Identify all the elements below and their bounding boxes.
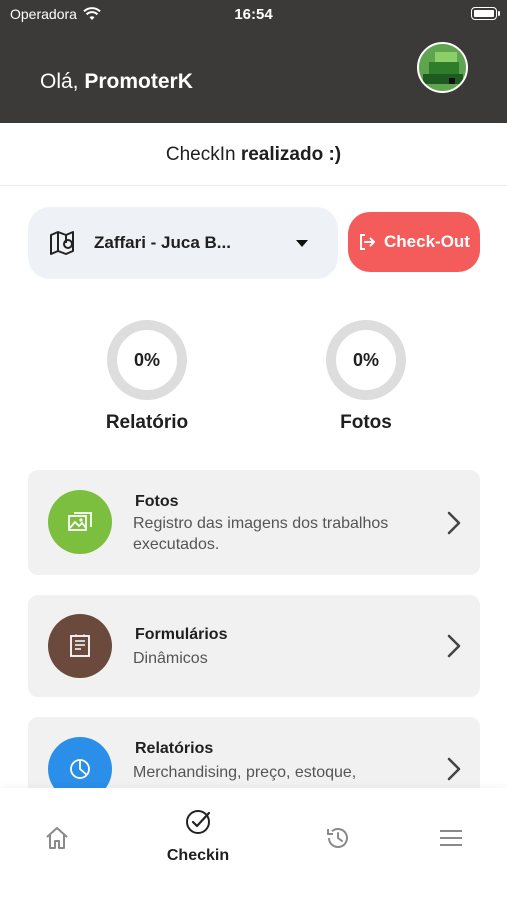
chevron-right-icon <box>447 757 461 781</box>
nav-checkin[interactable]: Checkin <box>148 808 248 865</box>
progress-fotos: 0% Fotos <box>286 320 446 434</box>
selected-store: Zaffari - Juca B... <box>94 233 231 252</box>
home-icon <box>46 827 68 849</box>
card-description: Registro das imagens dos trabalhos execu… <box>133 515 389 553</box>
avatar[interactable] <box>417 42 468 93</box>
greeting-prefix: Olá, <box>40 70 85 93</box>
card-description: Merchandising, preço, estoque, <box>133 764 357 781</box>
nav-label: Checkin <box>166 847 230 864</box>
user-name: PromoterK <box>84 70 193 93</box>
status-bar: Operadora 16:54 <box>0 0 507 28</box>
chevron-right-icon <box>447 511 461 535</box>
bottom-nav: Checkin <box>0 788 507 900</box>
menu-icon <box>440 830 462 846</box>
app-header: Operadora 16:54 Olá, PromoterK <box>0 0 507 123</box>
image-icon <box>48 490 112 554</box>
clock: 16:54 <box>234 6 273 23</box>
card-description: Dinâmicos <box>133 650 208 667</box>
map-icon <box>50 231 74 255</box>
card-fotos[interactable]: Fotos Registro das imagens dos trabalhos… <box>28 470 480 575</box>
progress-label: Relatório <box>105 412 189 433</box>
card-title: Fotos <box>135 493 179 510</box>
chevron-down-icon <box>296 239 308 247</box>
checkout-label: Check-Out <box>384 232 470 251</box>
card-title: Formulários <box>135 626 228 643</box>
progress-ring: 0% <box>326 320 406 400</box>
logout-icon <box>360 234 376 250</box>
nav-history[interactable] <box>288 824 388 857</box>
checkin-label: CheckIn <box>165 144 241 165</box>
checkin-status-banner: CheckIn realizado :) <box>0 123 507 186</box>
battery-icon <box>471 7 500 20</box>
nav-home[interactable] <box>7 824 107 857</box>
checkin-status: realizado :) <box>240 144 342 165</box>
store-selector[interactable]: Zaffari - Juca B... <box>28 207 338 279</box>
card-title: Relatórios <box>135 740 214 757</box>
progress-label: Fotos <box>340 412 392 433</box>
nav-menu[interactable] <box>401 824 501 857</box>
greeting: Olá, PromoterK <box>40 70 193 94</box>
card-formularios[interactable]: Formulários Dinâmicos <box>28 595 480 697</box>
progress-ring: 0% <box>107 320 187 400</box>
form-icon <box>48 614 112 678</box>
progress-relatorio: 0% Relatório <box>67 320 227 434</box>
check-circle-icon <box>186 810 211 834</box>
checkout-button[interactable]: Check-Out <box>348 212 480 272</box>
history-icon <box>327 828 348 848</box>
chevron-right-icon <box>447 634 461 658</box>
